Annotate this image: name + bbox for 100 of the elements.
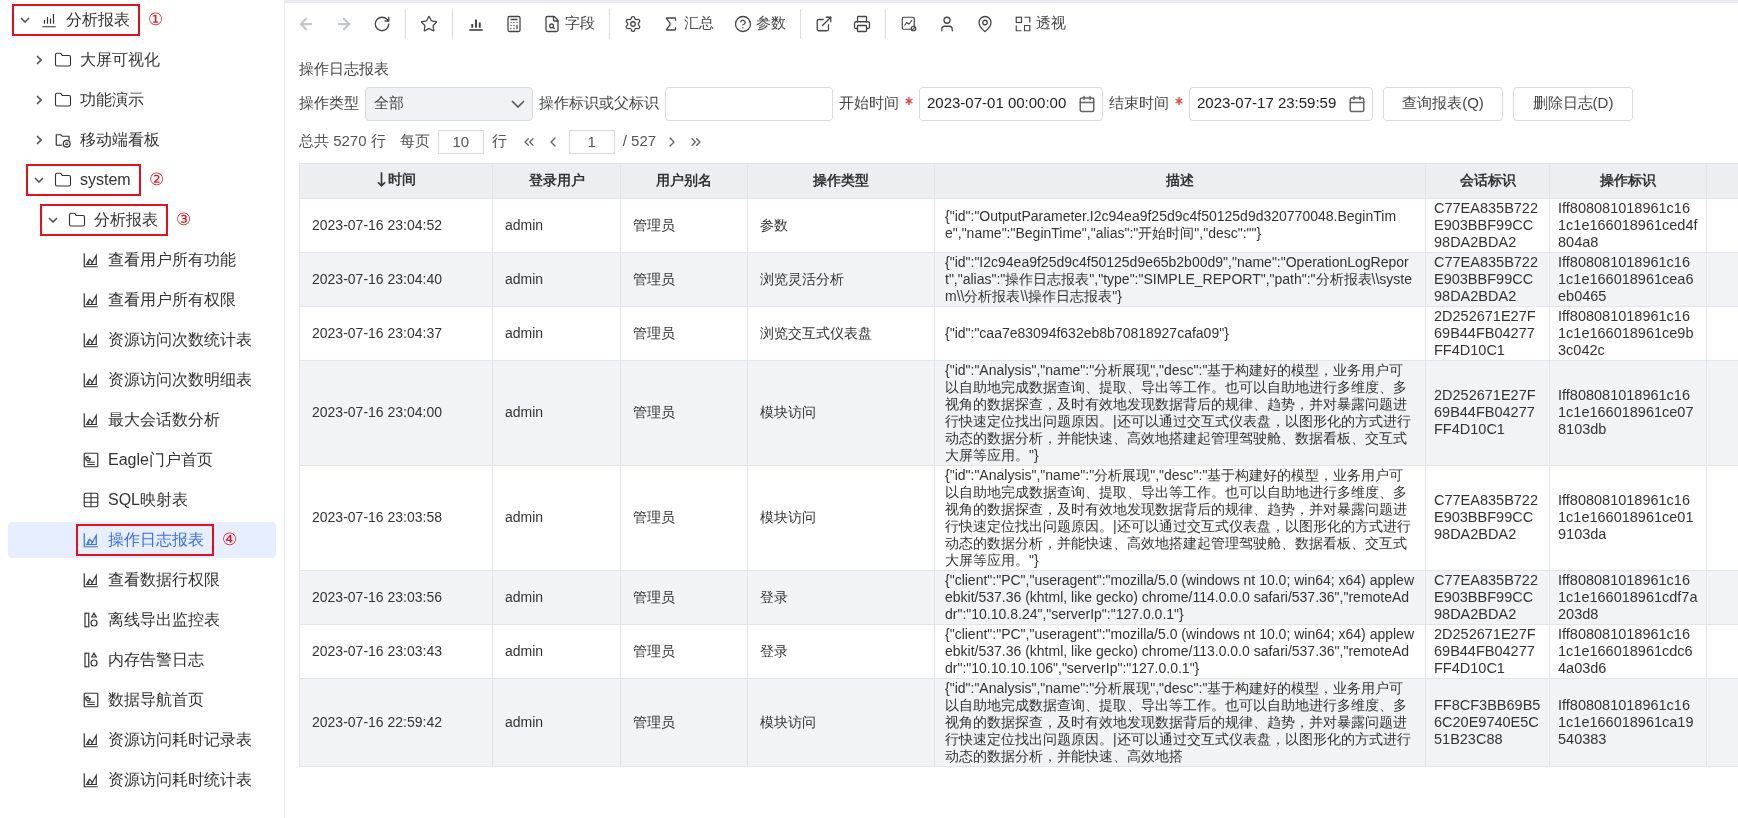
page-count: / 527 (622, 131, 657, 152)
tree-item[interactable]: 数据导航首页 (8, 682, 212, 718)
toolbar-button[interactable]: 参数 (726, 8, 794, 39)
area-chart-icon (82, 251, 100, 269)
tree-item[interactable]: 功能演示 (8, 82, 152, 118)
table-cell: Iff808081018961c161c1e166018961ced4f804a8 (1549, 198, 1707, 252)
toolbar-button[interactable]: 字段 (535, 8, 603, 39)
column-header[interactable]: 时间 (299, 163, 493, 198)
chevron-right-icon[interactable] (36, 135, 42, 145)
table-cell: 登录 (747, 624, 935, 678)
external-link-icon (815, 14, 833, 33)
area-chart-icon (82, 771, 100, 789)
table-cell: 模块访问 (747, 465, 935, 570)
table-cell: 2023-07-16 23:04:52 (299, 198, 493, 252)
column-header[interactable]: 会话标识 (1425, 163, 1550, 198)
tree-item[interactable]: 大屏可视化 (8, 42, 168, 78)
annotation-number: ② (148, 169, 164, 192)
annotation-number: ① (148, 9, 163, 32)
table-cell: 2023-07-16 23:03:58 (299, 465, 493, 570)
select-field[interactable]: 全部 (365, 86, 533, 121)
tree-item-label: 操作日志报表 (108, 530, 204, 550)
tree-item[interactable]: 内存告警日志 (8, 642, 212, 678)
tree-item[interactable]: 移动端看板 (8, 122, 168, 158)
table-cell: C77EA835B722E903BBF99CC98DA2BDA2 (1425, 198, 1550, 252)
shapes-icon (82, 611, 100, 629)
tree-item[interactable]: 查看数据行权限 (8, 562, 228, 598)
column-header[interactable]: 操作标识 (1549, 163, 1707, 198)
map-pin-icon (976, 14, 994, 33)
dashboard-icon (82, 451, 100, 469)
refresh-icon (373, 14, 391, 33)
tree-item[interactable]: 资源访问次数统计表 (8, 322, 260, 358)
star-icon (420, 14, 438, 33)
table-cell: {"id":"Analysis","name":"分析展现","desc":"基于构建好的模型，业务用户可以自助地完成数据查询、提取、导出等工作。也可以自助地进行多维度、多视角的数据探查，及时有效地发现数据背后的规律、趋势，并对暴露问题进行快速定位找出问题原因。|还可以通过交互式仪表盘，以图形化的方式进行动态的数据分析，并能快速、高效地搭建起管理驾驶舱、数据看板、交互式大屏等应用。"} (934, 360, 1426, 465)
chevron-right-icon[interactable] (36, 55, 42, 65)
column-header[interactable]: 操作类型 (747, 163, 935, 198)
table-cell: {"id":"Analysis","name":"分析展现","desc":"基于构建好的模型，业务用户可以自助地完成数据查询、提取、导出等工作。也可以自助地进行多维度、多视角的数据探查，及时有效地发现数据背后的规律、趋势，并对暴露问题进行快速定位找出问题原因。|还可以通过交互式仪表盘，以图形化的方式进行动态的数据分析，并能快速、高效地搭 (934, 678, 1426, 766)
tree-item-label: 功能演示 (80, 90, 144, 110)
tree-item[interactable]: system ② (8, 162, 164, 198)
filter-label: 结束时间 (1109, 93, 1169, 114)
chevron-right-icon[interactable] (36, 95, 42, 105)
chart-settings-icon (900, 14, 918, 33)
document-search-icon (543, 14, 561, 33)
tree-item[interactable]: 最大会话数分析 (8, 402, 228, 438)
pivot-grid-icon (1014, 14, 1032, 33)
input-field[interactable] (665, 86, 833, 121)
calculator-icon (505, 14, 523, 33)
tree-item[interactable]: 查看用户所有权限 (8, 282, 244, 318)
calendar-icon (1078, 94, 1096, 113)
table-cell: Iff808081018961c161c1e166018961cdf7a203d8 (1549, 570, 1707, 624)
table-cell: 模块访问 (747, 360, 935, 465)
per-page-field[interactable]: 10 (437, 129, 484, 154)
table-cell: 管理员 (620, 252, 748, 306)
action-button[interactable]: 查询报表(Q) (1383, 86, 1503, 121)
table-cell: 浏览灵活分析 (747, 252, 935, 306)
column-header[interactable]: 描述 (934, 163, 1426, 198)
tree-item-label: 资源访问次数明细表 (108, 370, 252, 390)
tree-item[interactable]: 资源访问耗时统计表 (8, 762, 260, 798)
column-header[interactable]: 用户别名 (620, 163, 748, 198)
column-header[interactable]: 登录用户 (492, 163, 621, 198)
table-cell: 登录 (747, 570, 935, 624)
tree-item[interactable]: 资源访问耗时记录表 (8, 722, 260, 758)
chevron-down-icon[interactable] (20, 17, 30, 23)
chevron-down-icon[interactable] (34, 177, 44, 183)
table-cell: 模块访问 (747, 678, 935, 766)
table-cell: admin (492, 624, 621, 678)
dashboard-icon (82, 691, 100, 709)
tree-item[interactable]: 分析报表 ① (8, 2, 163, 38)
table-cell: C77EA835B722E903BBF99CC98DA2BDA2 (1425, 465, 1550, 570)
datetime-field[interactable]: 2023-07-17 23:59:59 (1189, 86, 1373, 121)
page-field[interactable]: 1 (568, 129, 615, 154)
action-button[interactable]: 删除日志(D) (1513, 86, 1633, 121)
toolbar-button[interactable]: 汇总 (654, 8, 722, 39)
tree-item-label: 离线导出监控表 (108, 610, 220, 630)
tree-item[interactable]: 分析报表 ③ (8, 202, 191, 238)
table-cell: 2023-07-16 22:59:42 (299, 678, 493, 766)
help-icon (734, 14, 752, 33)
table-cell: 参数 (747, 198, 935, 252)
filter-label: 开始时间 (839, 93, 899, 114)
folder-icon (54, 91, 72, 109)
tree-item[interactable]: 查看用户所有功能 (8, 242, 244, 278)
tree-item[interactable]: 操作日志报表 ④ (8, 522, 276, 558)
tree-item[interactable]: 离线导出监控表 (8, 602, 228, 638)
table-cell: {"client":"PC","useragent":"mozilla/5.0 (windows nt 10.0; win64; x64) applewebkit/537.36 (khtml, like gecko) chrome/114.0.0.0 safari/537.36","remoteAddr":"10.10.8.24","serverIp":"127.0.0.1"} (934, 570, 1426, 624)
tree-item-label: 资源访问耗时统计表 (108, 770, 252, 790)
table-cell: Iff808081018961c161c1e166018961ca19540383 (1549, 678, 1707, 766)
tree-item-label: 内存告警日志 (108, 650, 204, 670)
datetime-field[interactable]: 2023-07-01 00:00:00 (919, 86, 1103, 121)
table-cell: admin (492, 360, 621, 465)
tree-item-label: 查看用户所有功能 (108, 250, 236, 270)
table-cell: admin (492, 465, 621, 570)
tree-item[interactable]: 资源访问次数明细表 (8, 362, 260, 398)
toolbar-button[interactable]: 透视 (1006, 8, 1074, 39)
table-cell: 管理员 (620, 306, 748, 360)
tree-item[interactable]: SQL映射表 (8, 482, 196, 518)
area-chart-icon (82, 411, 100, 429)
calendar-icon (1348, 94, 1366, 113)
tree-item[interactable]: Eagle门户首页 (8, 442, 221, 478)
chevron-down-icon[interactable] (48, 217, 58, 223)
tree-item-label: SQL映射表 (108, 490, 188, 510)
total-count: 总共 5270 行 (299, 131, 386, 152)
